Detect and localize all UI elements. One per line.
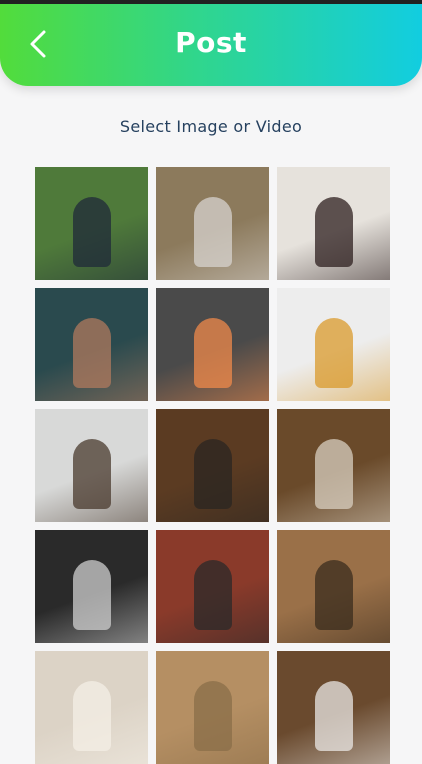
image-owl[interactable] bbox=[156, 409, 269, 522]
media-grid bbox=[35, 167, 390, 764]
page-title: Post bbox=[175, 26, 247, 59]
image-hands-dress[interactable] bbox=[156, 651, 269, 764]
select-media-prompt: Select Image or Video bbox=[119, 117, 303, 136]
image-woman-sweater-sunset[interactable] bbox=[156, 167, 269, 280]
image-subject bbox=[194, 197, 232, 267]
image-hand-necklace[interactable] bbox=[35, 288, 148, 401]
image-subject bbox=[315, 197, 353, 267]
image-hedgehog[interactable] bbox=[277, 409, 390, 522]
image-subject bbox=[73, 318, 111, 388]
image-man-vest-wall[interactable] bbox=[35, 409, 148, 522]
image-woman-garden[interactable] bbox=[35, 167, 148, 280]
image-subject bbox=[194, 439, 232, 509]
image-subject bbox=[194, 681, 232, 751]
image-woman-beanie-cafe[interactable] bbox=[277, 651, 390, 764]
image-stone-window[interactable] bbox=[277, 530, 390, 643]
image-subject bbox=[73, 560, 111, 630]
image-subject bbox=[73, 197, 111, 267]
image-subject bbox=[315, 560, 353, 630]
image-subject bbox=[194, 318, 232, 388]
image-subject bbox=[73, 439, 111, 509]
image-subject bbox=[194, 560, 232, 630]
image-subject bbox=[315, 318, 353, 388]
image-woman-brick-wall[interactable] bbox=[156, 530, 269, 643]
image-subject bbox=[315, 439, 353, 509]
image-candle-magazine[interactable] bbox=[35, 651, 148, 764]
header-bar: Post bbox=[0, 4, 422, 86]
image-sushi-tray[interactable] bbox=[156, 288, 269, 401]
image-spiral-stairs[interactable] bbox=[35, 530, 148, 643]
image-subject bbox=[315, 681, 353, 751]
image-vase-sunflowers[interactable] bbox=[277, 288, 390, 401]
image-subject bbox=[73, 681, 111, 751]
image-woman-window-floor[interactable] bbox=[277, 167, 390, 280]
